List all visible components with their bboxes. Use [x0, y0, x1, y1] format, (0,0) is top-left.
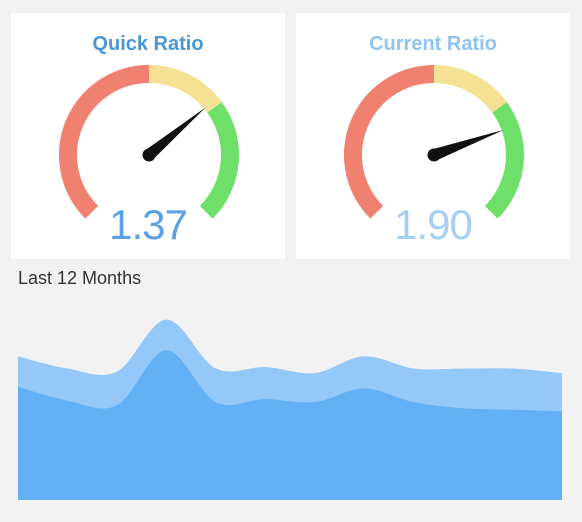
area-chart [18, 319, 562, 500]
